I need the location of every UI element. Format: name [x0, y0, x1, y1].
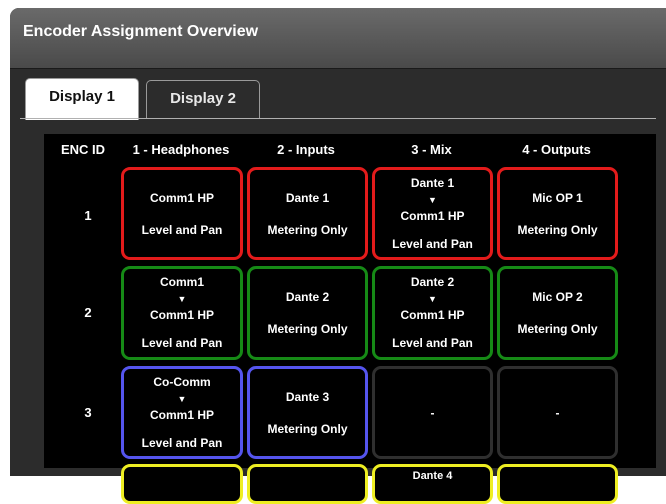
encoder-cell-3-inputs[interactable]: Dante 3 Metering Only: [247, 366, 368, 459]
cell-source: Dante 1: [410, 176, 455, 190]
cell-source: Co-Comm: [153, 375, 211, 389]
cell-destination: Dante 2: [285, 290, 330, 304]
enc-id-1: 1: [84, 208, 92, 223]
arrow-down-icon: ▼: [428, 294, 437, 304]
cell-destination: Mic OP 1: [532, 190, 583, 205]
cell-mode: Metering Only: [267, 421, 348, 436]
cell-destination: Dante 3: [285, 389, 330, 404]
encoder-cell-2-inputs[interactable]: Dante 2 Metering Only: [247, 266, 368, 360]
encoder-cell-1-outputs[interactable]: Mic OP 1 Metering Only: [497, 167, 618, 260]
encoder-cell-2-headphones[interactable]: Comm1 ▼ Comm1 HP Level and Pan: [121, 266, 243, 360]
cell-destination: Comm1 HP: [400, 308, 465, 322]
cell-mode: Level and Pan: [141, 222, 223, 237]
arrow-down-icon: ▼: [177, 294, 187, 304]
cell-destination: -: [430, 405, 435, 420]
encoder-cell-3-outputs[interactable]: -: [497, 366, 618, 459]
tab-strip-divider: [20, 118, 656, 119]
cell-mode: Level and Pan: [141, 336, 223, 350]
encoder-cell-3-mix[interactable]: -: [372, 366, 493, 459]
cell-destination: Comm1 HP: [149, 190, 214, 205]
cell-destination: -: [555, 405, 560, 420]
header-inputs: 2 - Inputs: [277, 142, 335, 157]
enc-id-3: 3: [84, 405, 92, 420]
cell-mode: Level and Pan: [141, 436, 223, 450]
cell-mode: Level and Pan: [392, 336, 473, 350]
header-headphones: 1 - Headphones: [132, 142, 230, 157]
cell-destination: Comm1 HP: [149, 308, 214, 322]
arrow-down-icon: ▼: [428, 195, 437, 205]
arrow-down-icon: ▼: [177, 394, 187, 404]
cell-source: Comm1: [159, 275, 204, 289]
cell-mode: Metering Only: [267, 222, 348, 237]
window-title: Encoder Assignment Overview: [23, 23, 259, 40]
cell-source: Dante 4: [412, 470, 453, 482]
tab-display-2[interactable]: Display 2: [146, 80, 260, 118]
encoder-cell-4-outputs[interactable]: [497, 464, 618, 504]
encoder-cell-1-mix[interactable]: Dante 1 ▼ Comm1 HP Level and Pan: [372, 167, 493, 260]
encoder-cell-3-headphones[interactable]: Co-Comm ▼ Comm1 HP Level and Pan: [121, 366, 243, 459]
encoder-cell-2-outputs[interactable]: Mic OP 2 Metering Only: [497, 266, 618, 360]
cell-destination: Dante 1: [285, 190, 330, 205]
cell-destination: Comm1 HP: [149, 408, 214, 422]
cell-mode: Metering Only: [517, 322, 598, 336]
enc-id-2: 2: [84, 305, 92, 320]
cell-destination: Mic OP 2: [532, 290, 583, 304]
cell-mode: Level and Pan: [392, 237, 473, 251]
cell-source: Dante 2: [410, 275, 455, 289]
encoder-cell-4-headphones[interactable]: [121, 464, 243, 504]
encoder-cell-1-headphones[interactable]: Comm1 HP Level and Pan: [121, 167, 243, 260]
header-mix: 3 - Mix: [411, 142, 452, 157]
cell-destination: Comm1 HP: [400, 209, 465, 223]
encoder-cell-1-inputs[interactable]: Dante 1 Metering Only: [247, 167, 368, 260]
encoder-cell-4-inputs[interactable]: [247, 464, 368, 504]
tab-display-1[interactable]: Display 1: [25, 78, 139, 120]
encoder-cell-2-mix[interactable]: Dante 2 ▼ Comm1 HP Level and Pan: [372, 266, 493, 360]
header-outputs: 4 - Outputs: [522, 142, 591, 157]
cell-mode: Metering Only: [267, 322, 348, 336]
cell-mode: Metering Only: [517, 222, 598, 237]
encoder-cell-4-mix[interactable]: Dante 4: [372, 464, 493, 504]
header-enc-id: ENC ID: [60, 142, 106, 157]
